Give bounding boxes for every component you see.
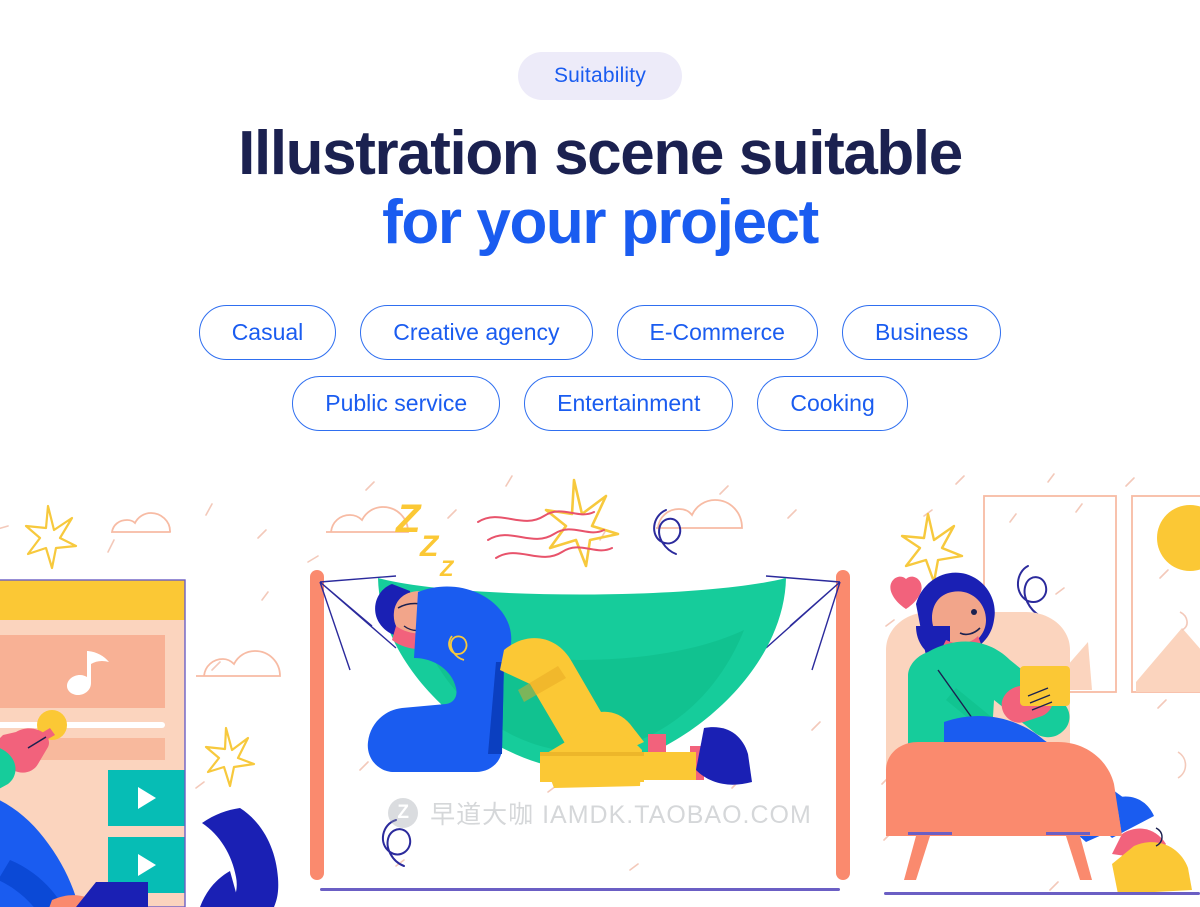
- hammock-post-left: [310, 570, 324, 880]
- pill-row-2: Public service Entertainment Cooking: [0, 375, 1200, 432]
- middle-illustration-svg: Z Z Z: [307, 475, 850, 891]
- star-sparkle-icon: [900, 512, 964, 584]
- page-root: Suitability Illustration scene suitable …: [0, 0, 1200, 907]
- pill-row-1: Casual Creative agency E-Commerce Busine…: [0, 304, 1200, 360]
- illustration-right: [860, 470, 1200, 907]
- pill-creative-agency[interactable]: Creative agency: [360, 304, 593, 360]
- pill-e-commerce[interactable]: E-Commerce: [616, 304, 818, 360]
- svg-text:Z: Z: [419, 530, 440, 563]
- mountain-shape: [1136, 628, 1200, 692]
- pill-cooking[interactable]: Cooking: [757, 375, 908, 432]
- illustration-middle: Z Z Z: [300, 470, 860, 907]
- illustration-left: [0, 470, 300, 907]
- smartphone[interactable]: [1020, 666, 1070, 706]
- svg-text:Z: Z: [395, 497, 422, 541]
- chair-leg: [904, 836, 930, 880]
- ground-line: [320, 888, 840, 891]
- squiggle-doodle: [1177, 751, 1187, 779]
- wave-lines: [477, 510, 613, 559]
- hammock-post-right: [836, 570, 850, 880]
- page-title: Illustration scene suitable for your pro…: [0, 119, 1200, 258]
- pill-entertainment[interactable]: Entertainment: [524, 375, 734, 432]
- eye: [971, 609, 977, 615]
- illustration-strip: Z Z Z Z 早道大咖 IAMDK.TAOBAO.COM: [0, 470, 1200, 907]
- progress-slider-track[interactable]: [0, 722, 165, 728]
- category-pill-group: Casual Creative agency E-Commerce Busine…: [0, 304, 1200, 432]
- sun-circle: [1157, 505, 1200, 571]
- hero-section: Suitability Illustration scene suitable …: [0, 0, 1200, 470]
- star-sparkle-icon: [544, 478, 620, 568]
- ground-line: [884, 892, 1200, 895]
- pill-public-service[interactable]: Public service: [292, 375, 501, 432]
- plant-leaf: [200, 871, 240, 907]
- badge-container: Suitability: [0, 0, 1200, 101]
- chair-leg: [1066, 836, 1092, 880]
- headline-line-1: Illustration scene suitable: [238, 119, 963, 189]
- pill-casual[interactable]: Casual: [198, 304, 337, 360]
- squiggle-doodle: [1017, 565, 1048, 617]
- pill-business[interactable]: Business: [841, 304, 1002, 360]
- left-illustration-svg: [0, 503, 281, 907]
- shoe: [696, 727, 752, 785]
- zzz-sleep-text: Z Z Z: [395, 497, 455, 581]
- squiggle-doodle: [1179, 611, 1188, 631]
- headline-line-2: for your project: [382, 188, 819, 258]
- suitability-badge[interactable]: Suitability: [517, 52, 683, 101]
- right-illustration-svg: [881, 473, 1200, 895]
- svg-text:Z: Z: [439, 556, 455, 581]
